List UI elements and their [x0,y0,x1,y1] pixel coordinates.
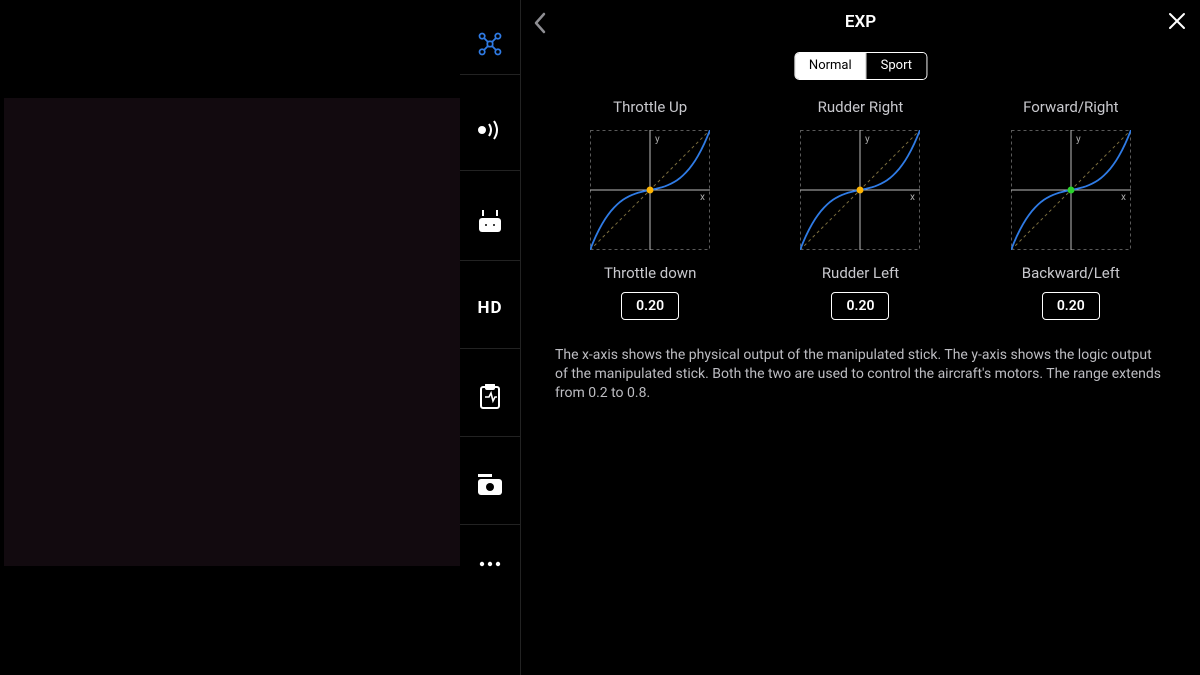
camera-viewport [4,98,460,566]
close-button[interactable] [1168,12,1186,34]
exp-curve-0: Throttle Up y x Throttle down 0.20 [565,98,735,320]
exp-value-input[interactable]: 0.20 [621,292,679,320]
svg-text:x: x [910,192,915,203]
exp-curve-1: Rudder Right y x Rudder Left 0.20 [775,98,945,320]
mode-segmented-control: Normal Sport [794,52,927,80]
exp-curve-graph[interactable]: y x [800,130,920,250]
hd-icon: HD [477,298,502,318]
sidebar-item-camera[interactable] [460,474,520,496]
settings-category-sidebar: HD [460,0,520,675]
sidebar-item-more[interactable] [460,560,520,568]
panel-header: EXP [521,0,1200,44]
exp-settings-panel: EXP Normal Sport Throttle Up y x Throttl… [520,0,1200,675]
panel-title: EXP [521,12,1200,32]
svg-text:y: y [1076,134,1081,145]
svg-text:y: y [655,134,660,145]
curve-top-label: Rudder Right [775,98,945,116]
mode-sport-tab[interactable]: Sport [866,53,926,79]
drone-icon [476,30,504,58]
exp-curve-2: Forward/Right y x Backward/Left 0.20 [986,98,1156,320]
remote-controller-icon [477,210,503,234]
svg-text:x: x [700,192,705,203]
sidebar-item-aircraft[interactable] [460,30,520,58]
curve-bottom-label: Backward/Left [986,264,1156,282]
svg-text:x: x [1121,192,1126,203]
exp-curve-graph[interactable]: y x [590,130,710,250]
curve-bottom-label: Rudder Left [775,264,945,282]
more-icon [478,560,502,568]
exp-value-input[interactable]: 0.20 [1042,292,1100,320]
camera-icon [477,474,503,496]
mode-normal-tab[interactable]: Normal [795,53,866,79]
exp-value-input[interactable]: 0.20 [831,292,889,320]
curve-top-label: Forward/Right [986,98,1156,116]
signal-icon [477,120,503,140]
sidebar-item-controller[interactable] [460,210,520,234]
clipboard-icon [479,384,501,410]
camera-viewport-pane [0,0,460,675]
close-icon [1168,12,1186,30]
exp-description: The x-axis shows the physical output of … [555,346,1166,403]
sidebar-item-hd[interactable]: HD [460,298,520,318]
exp-curve-graph[interactable]: y x [1011,130,1131,250]
curve-top-label: Throttle Up [565,98,735,116]
svg-text:y: y [865,134,870,145]
sidebar-item-signal[interactable] [460,120,520,140]
curve-bottom-label: Throttle down [565,264,735,282]
sidebar-item-battery[interactable] [460,384,520,410]
exp-curves-row: Throttle Up y x Throttle down 0.20 Rudde… [545,98,1176,320]
